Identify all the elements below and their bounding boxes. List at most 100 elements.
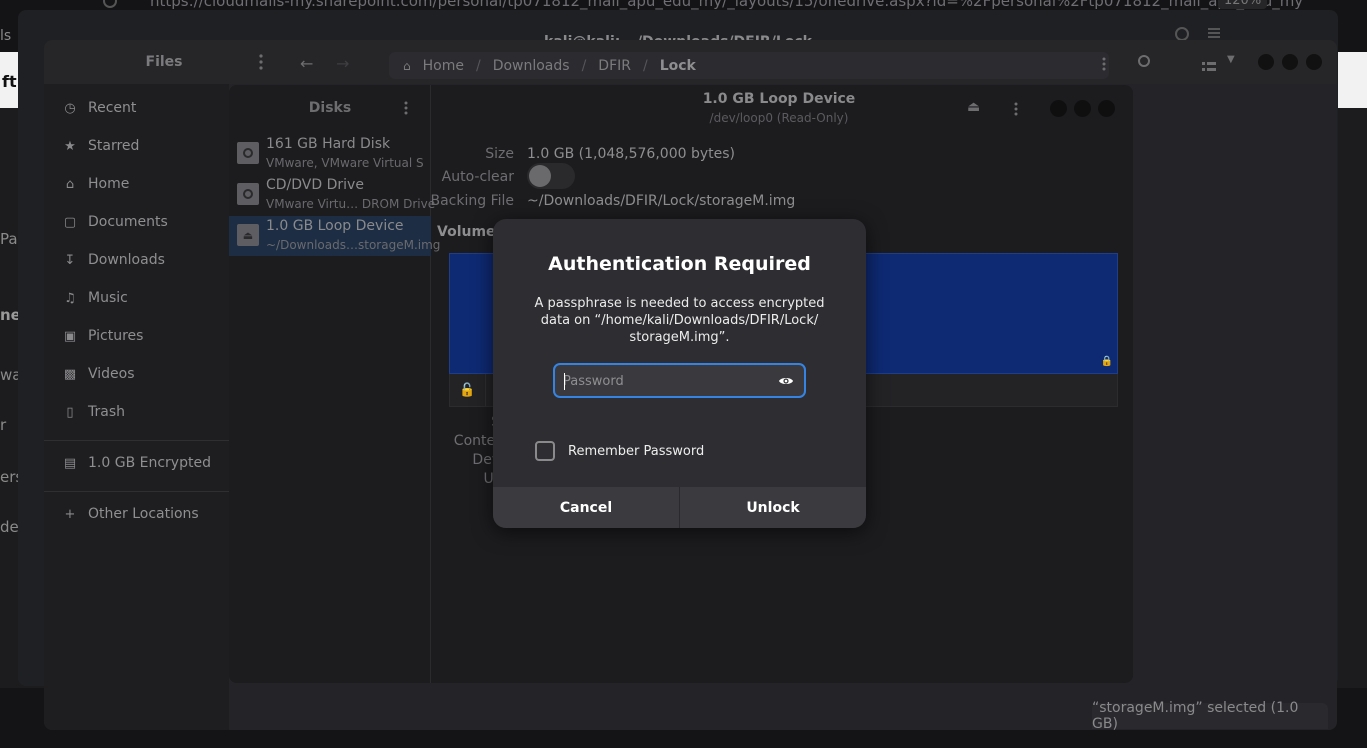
- disk-name: 161 GB Hard Disk: [266, 136, 391, 152]
- optical-drive-icon: [237, 183, 259, 205]
- password-input[interactable]: [563, 371, 763, 391]
- autoclear-toggle[interactable]: [527, 163, 575, 189]
- disk-item-loop-device[interactable]: ⏏ 1.0 GB Loop Device ~/Downloads…storage…: [229, 216, 440, 256]
- sidebar-item-other-locations[interactable]: + Other Locations: [62, 504, 199, 524]
- sidebar-item-trash[interactable]: ▯ Trash: [62, 402, 125, 422]
- breadcrumb-separator: /: [643, 57, 648, 74]
- window-dot[interactable]: [1306, 54, 1322, 70]
- partial-label: Si: [424, 414, 504, 430]
- sidebar-item-pictures[interactable]: ▣ Pictures: [62, 326, 144, 346]
- window-dot[interactable]: [1282, 54, 1298, 70]
- unlock-button[interactable]: Unlock: [680, 487, 866, 528]
- breadcrumb-downloads[interactable]: Downloads: [493, 58, 570, 74]
- search-icon[interactable]: [1138, 55, 1150, 67]
- authentication-dialog: Authentication Required A passphrase is …: [493, 219, 866, 528]
- disk-name: 1.0 GB Loop Device: [266, 218, 404, 234]
- minimize-button[interactable]: [1050, 100, 1067, 117]
- search-icon[interactable]: [1175, 27, 1189, 41]
- back-arrow-icon[interactable]: ←: [300, 54, 313, 73]
- home-icon[interactable]: ⌂: [403, 59, 411, 73]
- download-icon: ↧: [64, 252, 76, 268]
- list-view-icon[interactable]: [1202, 57, 1216, 76]
- disk-header-title: 1.0 GB Loop Device: [702, 91, 856, 107]
- window-dot[interactable]: [1258, 54, 1274, 70]
- sidebar-item-home[interactable]: ⌂ Home: [62, 174, 129, 194]
- shield-icon[interactable]: [103, 0, 117, 8]
- menu-icon[interactable]: [1208, 32, 1220, 34]
- lock-icon: 🔒: [1100, 356, 1113, 367]
- status-bar: “storageM.img” selected (1.0 GB): [1092, 700, 1328, 730]
- disk-item-hard-disk[interactable]: 161 GB Hard Disk VMware, VMware Virtual …: [229, 134, 431, 174]
- more-icon[interactable]: [404, 100, 408, 119]
- breadcrumb: ⌂ Home / Downloads / DFIR / Lock: [389, 52, 1109, 79]
- sidebar-item-documents[interactable]: ▢ Documents: [62, 212, 168, 232]
- clock-icon: ◷: [64, 100, 76, 116]
- sidebar-divider: [44, 491, 229, 492]
- disk-item-cd-dvd[interactable]: CD/DVD Drive VMware Virtu… DROM Drive: [229, 175, 435, 215]
- disks-list-pane: Disks 161 GB Hard Disk VMware, VMware Vi…: [229, 85, 440, 683]
- sidebar-item-label: Documents: [88, 214, 168, 230]
- plus-icon: +: [64, 506, 76, 522]
- remember-password-option[interactable]: Remember Password: [535, 441, 704, 461]
- hard-disk-icon: [237, 142, 259, 164]
- eject-icon[interactable]: ⏏: [967, 99, 980, 115]
- breadcrumb-home[interactable]: Home: [423, 58, 464, 74]
- sp-fragment: r: [0, 416, 7, 434]
- chevron-down-icon[interactable]: ▼: [1227, 54, 1235, 65]
- browser-url-bar[interactable]: https://cloudmails-my.sharepoint.com/per…: [150, 0, 1303, 10]
- breadcrumb-lock[interactable]: Lock: [660, 58, 696, 74]
- partial-label: UU: [424, 471, 505, 487]
- breadcrumb-separator: /: [475, 57, 481, 74]
- autoclear-label: Auto-clear: [441, 169, 514, 185]
- star-icon: ★: [64, 138, 76, 154]
- cancel-button[interactable]: Cancel: [493, 487, 680, 528]
- sp-fragment: ft: [2, 72, 17, 91]
- sidebar-item-label: Recent: [88, 100, 137, 116]
- remember-password-checkbox[interactable]: [535, 441, 555, 461]
- backing-file-value: ~/Downloads/DFIR/Lock/storageM.img: [527, 193, 796, 209]
- sidebar-item-label: Home: [88, 176, 130, 192]
- close-button[interactable]: [1098, 100, 1115, 117]
- breadcrumb-dfir[interactable]: DFIR: [598, 58, 631, 74]
- disk-header-subtitle: /dev/loop0 (Read-Only): [709, 111, 849, 125]
- sidebar-item-label: Trash: [88, 404, 125, 420]
- sidebar-item-label: Other Locations: [88, 506, 199, 522]
- browser-zoom-badge[interactable]: 120%: [1218, 0, 1268, 9]
- breadcrumb-separator: /: [581, 57, 587, 74]
- dialog-message: A passphrase is needed to access encrypt…: [534, 296, 825, 345]
- more-icon[interactable]: [259, 54, 263, 70]
- dialog-button-row: Cancel Unlock: [493, 487, 866, 528]
- unlock-icon[interactable]: 🔓: [450, 374, 486, 406]
- files-title: Files: [145, 54, 183, 70]
- partial-label: Conten: [453, 433, 504, 449]
- sidebar-item-music[interactable]: ♫ Music: [62, 288, 128, 308]
- sidebar-item-label: Starred: [88, 138, 140, 154]
- sp-fragment: Pa: [0, 230, 18, 248]
- sidebar-item-videos[interactable]: ▩ Videos: [62, 364, 135, 384]
- disk-subtitle: ~/Downloads…storageM.img: [266, 238, 441, 252]
- sidebar-item-encrypted[interactable]: ▤ 1.0 GB Encrypted: [62, 453, 211, 473]
- browser-fragment: ls: [0, 28, 12, 44]
- music-icon: ♫: [64, 290, 76, 306]
- dialog-title: Authentication Required: [548, 253, 811, 275]
- sidebar-item-label: Videos: [88, 366, 135, 382]
- document-icon: ▢: [63, 214, 77, 230]
- password-field[interactable]: [553, 363, 806, 398]
- sidebar-item-label: Pictures: [88, 328, 144, 344]
- more-icon[interactable]: [1014, 101, 1018, 120]
- drive-icon: ▤: [63, 455, 77, 471]
- disk-subtitle: VMware, VMware Virtual S: [266, 156, 424, 170]
- maximize-button[interactable]: [1074, 100, 1091, 117]
- sidebar-item-recent[interactable]: ◷ Recent: [62, 98, 136, 118]
- sidebar-item-downloads[interactable]: ↧ Downloads: [62, 250, 165, 270]
- partial-label: Devi: [472, 452, 504, 468]
- sidebar-item-label: 1.0 GB Encrypted: [88, 455, 211, 471]
- eye-icon[interactable]: [778, 373, 794, 389]
- sidebar-item-starred[interactable]: ★ Starred: [62, 136, 139, 156]
- sidebar-divider: [44, 440, 229, 441]
- picture-icon: ▣: [63, 328, 77, 344]
- size-value: 1.0 GB (1,048,576,000 bytes): [527, 146, 735, 162]
- more-icon[interactable]: [1102, 56, 1106, 75]
- forward-arrow-icon[interactable]: →: [336, 54, 349, 73]
- trash-icon: ▯: [66, 404, 74, 420]
